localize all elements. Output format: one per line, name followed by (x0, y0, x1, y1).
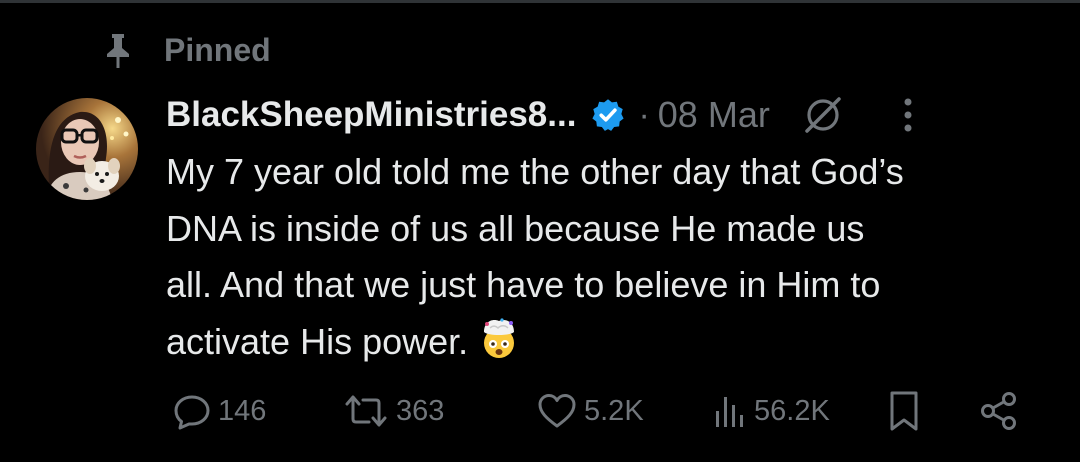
verified-badge-icon[interactable] (590, 97, 626, 133)
grok-slash-circle-icon[interactable] (800, 92, 846, 138)
repost-count: 363 (396, 394, 445, 427)
like-button[interactable]: 5.2K (536, 386, 644, 436)
repost-icon (342, 391, 390, 431)
separator-dot: · (638, 95, 650, 134)
heart-icon (536, 391, 578, 431)
pinned-label: Pinned (164, 31, 271, 68)
views-count: 56.2K (754, 394, 830, 427)
author-display-name[interactable]: BlackSheepMinistries8... (166, 95, 576, 135)
reply-button[interactable]: 146 (172, 386, 266, 436)
share-button[interactable] (978, 386, 1020, 436)
post-header: BlackSheepMinistries8... · 08 Mar (166, 90, 1046, 140)
reply-count: 146 (218, 394, 267, 427)
exploding-head-emoji (478, 317, 520, 360)
views-button[interactable]: 56.2K (712, 386, 830, 436)
action-bar: 146 363 5.2K 56.2K (166, 386, 1036, 436)
post-date[interactable]: 08 Mar (658, 94, 770, 136)
top-divider (0, 0, 1080, 3)
more-vertical-icon[interactable] (898, 93, 918, 137)
like-count: 5.2K (584, 394, 644, 427)
post-body: My 7 year old told me the other day that… (166, 144, 1056, 370)
repost-button[interactable]: 363 (342, 386, 444, 436)
pinned-indicator: Pinned (100, 28, 271, 72)
views-chart-icon (712, 391, 748, 431)
bookmark-icon (886, 389, 922, 433)
pin-icon (100, 30, 136, 70)
bookmark-button[interactable] (886, 386, 922, 436)
avatar[interactable] (36, 98, 138, 200)
post-text: My 7 year old told me the other day that… (166, 151, 904, 362)
share-icon (978, 390, 1020, 432)
reply-bubble-icon (172, 391, 212, 431)
